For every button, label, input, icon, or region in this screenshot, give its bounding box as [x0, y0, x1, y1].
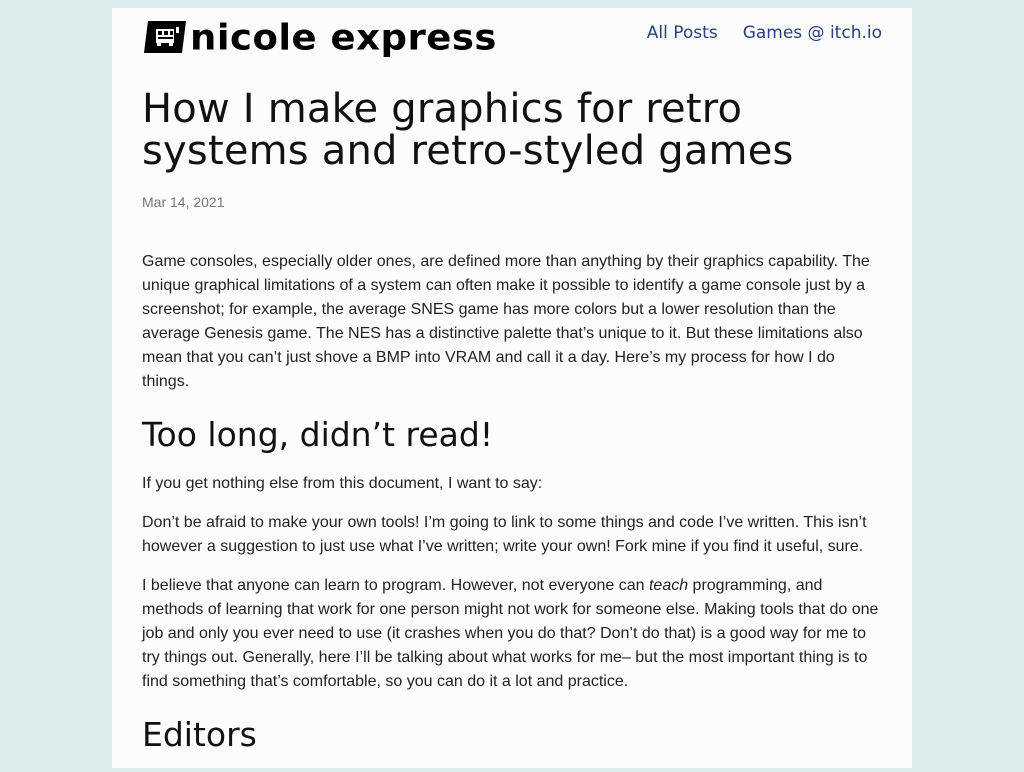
tldr-p3-emphasis: teach — [648, 577, 689, 594]
article-content: How I make graphics for retro systems an… — [142, 88, 882, 772]
site-header: nicole express All Posts Games @ itch.io — [112, 8, 912, 68]
page-container: nicole express All Posts Games @ itch.io… — [112, 8, 912, 768]
nav-all-posts[interactable]: All Posts — [647, 23, 718, 43]
article-date: Mar 14, 2021 — [142, 194, 225, 210]
section-heading-editors: Editors — [142, 715, 257, 754]
tldr-paragraph-2: Don’t be afraid to make your own tools! … — [142, 514, 867, 555]
section-heading-tldr: Too long, didn’t read! — [142, 415, 494, 454]
tldr-paragraph-1: If you get nothing else from this docume… — [142, 475, 543, 492]
train-logo-icon — [144, 21, 186, 53]
main-nav: All Posts Games @ itch.io — [647, 23, 882, 43]
tldr-p3-start: I believe that anyone can learn to progr… — [142, 577, 649, 594]
intro-paragraph: Game consoles, especially older ones, ar… — [142, 253, 870, 390]
nav-games-itch[interactable]: Games @ itch.io — [743, 23, 882, 43]
site-logo[interactable]: nicole express — [144, 18, 497, 56]
article-title: How I make graphics for retro systems an… — [142, 86, 794, 174]
tldr-paragraph-3: I believe that anyone can learn to progr… — [142, 574, 882, 694]
site-name: nicole express — [190, 16, 497, 58]
